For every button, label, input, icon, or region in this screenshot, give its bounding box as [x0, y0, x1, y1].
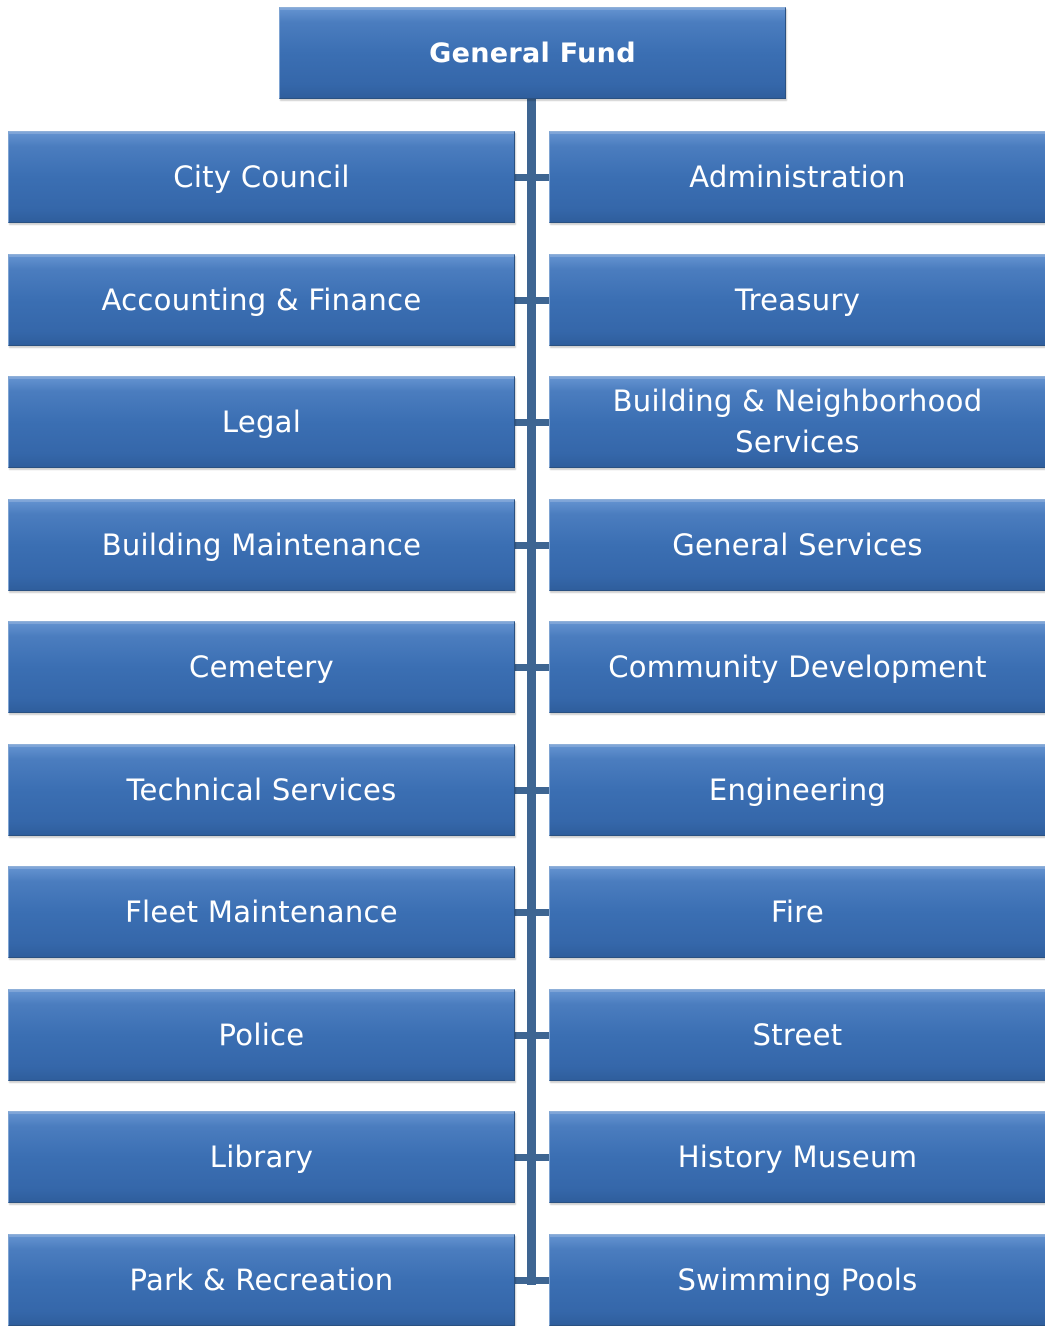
root-node-general-fund: General Fund [279, 7, 786, 99]
branch-connector [515, 1154, 549, 1161]
department-node-library: Library [8, 1111, 515, 1203]
branch-connector [515, 1277, 549, 1284]
department-node-engineering: Engineering [549, 744, 1045, 836]
branch-connector [515, 909, 549, 916]
department-node-legal: Legal [8, 376, 515, 468]
department-node-police: Police [8, 989, 515, 1081]
org-chart: General Fund City Council Administration A… [0, 0, 1045, 1326]
department-node-community-development: Community Development [549, 621, 1045, 713]
branch-connector [515, 664, 549, 671]
department-node-cemetery: Cemetery [8, 621, 515, 713]
branch-connector [515, 297, 549, 304]
branch-connector [515, 1032, 549, 1039]
department-node-building-maintenance: Building Maintenance [8, 499, 515, 591]
department-node-building-and-neighborhood-services: Building & Neighborhood Services [549, 376, 1045, 468]
department-node-accounting-and-finance: Accounting & Finance [8, 254, 515, 346]
branch-connector [515, 174, 549, 181]
department-node-technical-services: Technical Services [8, 744, 515, 836]
branch-connector [515, 542, 549, 549]
department-node-administration: Administration [549, 131, 1045, 223]
department-node-general-services: General Services [549, 499, 1045, 591]
trunk-connector [527, 99, 536, 1285]
branch-connector [515, 787, 549, 794]
department-node-history-museum: History Museum [549, 1111, 1045, 1203]
department-node-street: Street [549, 989, 1045, 1081]
branch-connector [515, 419, 549, 426]
department-node-park-and-recreation: Park & Recreation [8, 1234, 515, 1326]
department-node-fire: Fire [549, 866, 1045, 958]
department-node-treasury: Treasury [549, 254, 1045, 346]
department-node-city-council: City Council [8, 131, 515, 223]
department-node-swimming-pools: Swimming Pools [549, 1234, 1045, 1326]
department-node-fleet-maintenance: Fleet Maintenance [8, 866, 515, 958]
